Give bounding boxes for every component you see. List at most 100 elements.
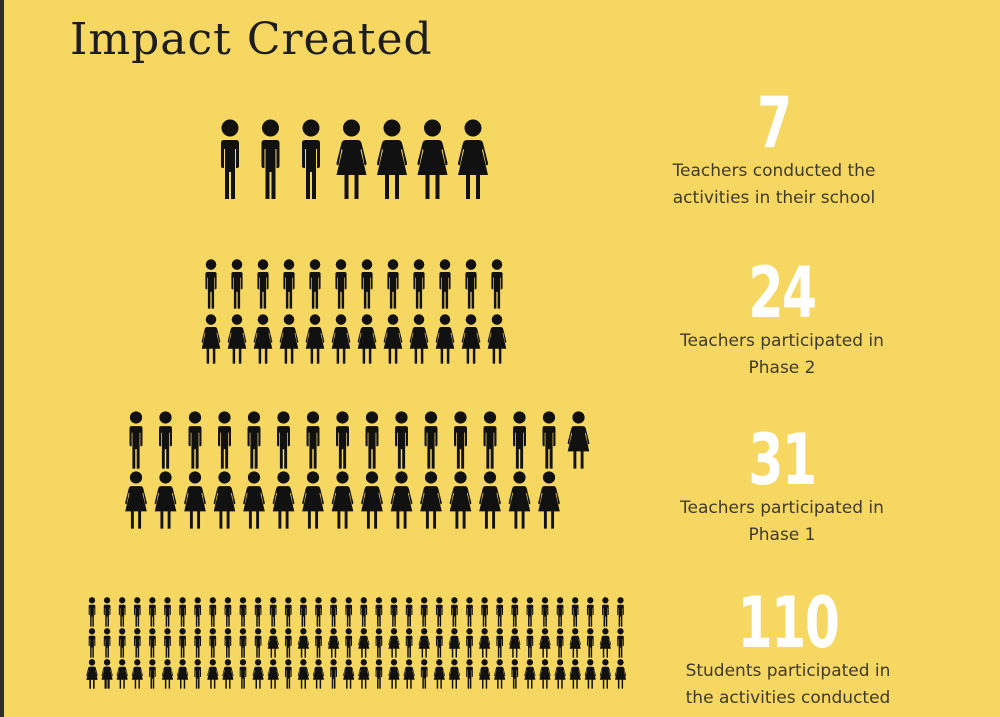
- male-figure-icon: [435, 628, 443, 658]
- male-figure-icon: [315, 628, 322, 658]
- male-figure-icon: [103, 597, 111, 627]
- male-figure-icon: [361, 259, 373, 309]
- female-figure-icon: [403, 659, 415, 689]
- male-figure-icon: [194, 597, 202, 627]
- male-figure-icon: [330, 597, 337, 627]
- male-figure-icon: [194, 628, 202, 658]
- female-figure-icon: [418, 628, 430, 658]
- male-figure-icon: [435, 597, 443, 627]
- male-figure-icon: [118, 597, 126, 627]
- female-figure-icon: [494, 659, 506, 689]
- male-figure-icon: [149, 659, 156, 689]
- female-figure-icon: [539, 659, 551, 689]
- male-figure-icon: [365, 411, 379, 469]
- female-figure-icon: [336, 119, 367, 199]
- male-figure-icon: [88, 597, 96, 627]
- male-figure-icon: [269, 597, 277, 627]
- male-figure-icon: [300, 597, 307, 627]
- male-figure-icon: [149, 597, 156, 627]
- male-figure-icon: [284, 597, 292, 627]
- female-figure-icon: [569, 628, 581, 658]
- female-figure-icon: [524, 659, 536, 689]
- female-figure-icon: [331, 314, 351, 364]
- male-figure-icon: [602, 597, 609, 627]
- male-figure-icon: [179, 597, 186, 627]
- female-figure-icon: [435, 314, 455, 364]
- male-figure-icon: [129, 411, 143, 469]
- male-figure-icon: [283, 259, 295, 309]
- female-figure-icon: [279, 314, 299, 364]
- male-figure-icon: [454, 411, 467, 469]
- male-figure-icon: [254, 628, 262, 658]
- female-figure-icon: [267, 659, 279, 689]
- male-figure-icon: [513, 411, 526, 469]
- male-figure-icon: [556, 628, 564, 658]
- male-figure-icon: [395, 411, 408, 469]
- female-figure-icon: [116, 659, 128, 689]
- male-figure-icon: [345, 628, 353, 658]
- stat-number: 31: [748, 419, 817, 501]
- male-figure-icon: [466, 659, 473, 689]
- male-figure-icon: [224, 628, 232, 658]
- female-figure-icon: [448, 628, 460, 658]
- female-figure-icon: [448, 659, 460, 689]
- female-figure-icon: [222, 659, 234, 689]
- male-figure-icon: [451, 597, 458, 627]
- female-figure-icon: [131, 659, 143, 689]
- male-figure-icon: [164, 597, 171, 627]
- male-figure-icon: [387, 259, 399, 309]
- male-figure-icon: [133, 628, 141, 658]
- male-figure-icon: [284, 628, 292, 658]
- female-figure-icon: [267, 628, 279, 658]
- male-figure-icon: [491, 259, 503, 309]
- female-figure-icon: [207, 659, 219, 689]
- female-figure-icon: [297, 659, 309, 689]
- male-figure-icon: [439, 259, 451, 309]
- female-figure-icon: [539, 628, 551, 658]
- male-figure-icon: [239, 659, 247, 689]
- stat-number: 24: [748, 252, 817, 334]
- male-figure-icon: [309, 259, 321, 309]
- male-figure-icon: [179, 628, 186, 658]
- male-figure-icon: [511, 659, 519, 689]
- female-figure-icon: [253, 314, 273, 364]
- female-figure-icon: [305, 314, 325, 364]
- female-figure-icon: [409, 314, 429, 364]
- male-figure-icon: [360, 597, 368, 627]
- female-figure-icon: [479, 659, 491, 689]
- female-figure-icon: [312, 659, 325, 689]
- male-figure-icon: [188, 411, 202, 469]
- female-figure-icon: [243, 471, 265, 529]
- male-figure-icon: [133, 597, 141, 627]
- male-figure-icon: [481, 597, 488, 627]
- male-figure-icon: [390, 597, 398, 627]
- male-figure-icon: [571, 597, 579, 627]
- stat-caption-line: the activities conducted: [685, 688, 891, 708]
- female-figure-icon: [567, 411, 590, 469]
- female-figure-icon: [487, 314, 507, 364]
- male-figure-icon: [526, 628, 534, 658]
- male-figure-icon: [483, 411, 497, 469]
- stat-number: 110: [737, 582, 840, 664]
- female-figure-icon: [599, 628, 611, 658]
- female-figure-icon: [388, 659, 400, 689]
- female-figure-icon: [420, 471, 442, 529]
- male-figure-icon: [254, 597, 262, 627]
- female-figure-icon: [479, 471, 501, 529]
- male-figure-icon: [164, 628, 171, 658]
- male-figure-icon: [496, 628, 504, 658]
- stat-teachers-phase-2: 24 Teachers participated in Phase 2: [652, 258, 912, 382]
- male-figure-icon: [302, 119, 320, 199]
- female-figure-icon: [358, 628, 370, 658]
- male-figure-icon: [617, 628, 624, 658]
- male-figure-icon: [336, 411, 349, 469]
- male-figure-icon: [405, 597, 413, 627]
- female-figure-icon: [508, 471, 531, 529]
- male-figure-icon: [209, 597, 217, 627]
- male-figure-icon: [231, 259, 243, 309]
- female-figure-icon: [343, 659, 355, 689]
- female-figure-icon: [213, 471, 236, 529]
- male-figure-icon: [103, 628, 111, 658]
- male-figure-icon: [405, 628, 413, 658]
- male-figure-icon: [420, 597, 428, 627]
